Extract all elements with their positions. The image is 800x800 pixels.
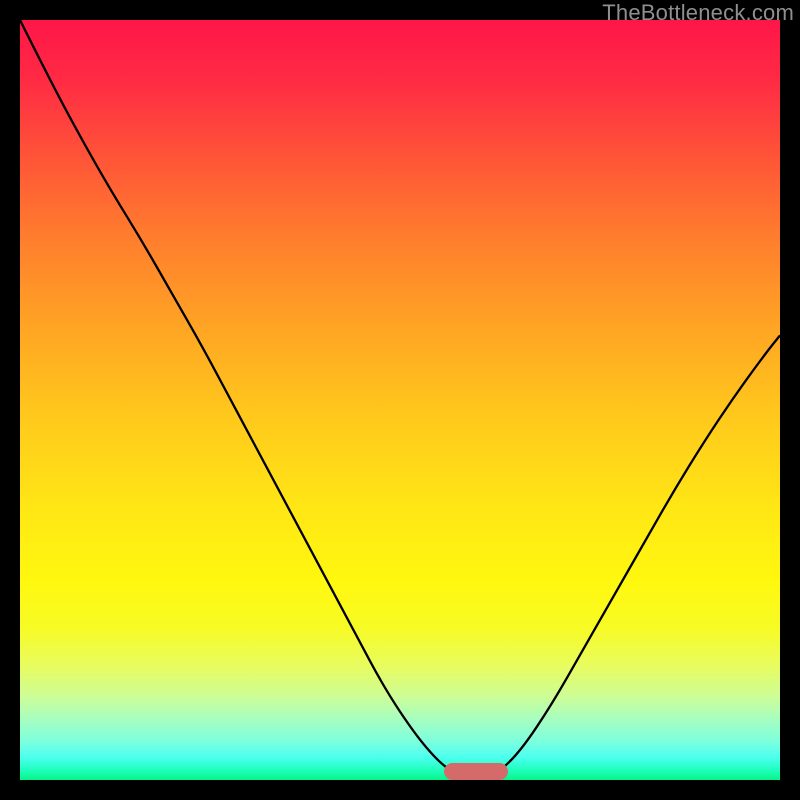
optimal-range-marker <box>444 763 507 780</box>
chart-frame: TheBottleneck.com <box>0 0 800 800</box>
chart-plot-area <box>20 20 780 780</box>
bottleneck-curve <box>20 20 780 780</box>
watermark: TheBottleneck.com <box>602 0 794 26</box>
